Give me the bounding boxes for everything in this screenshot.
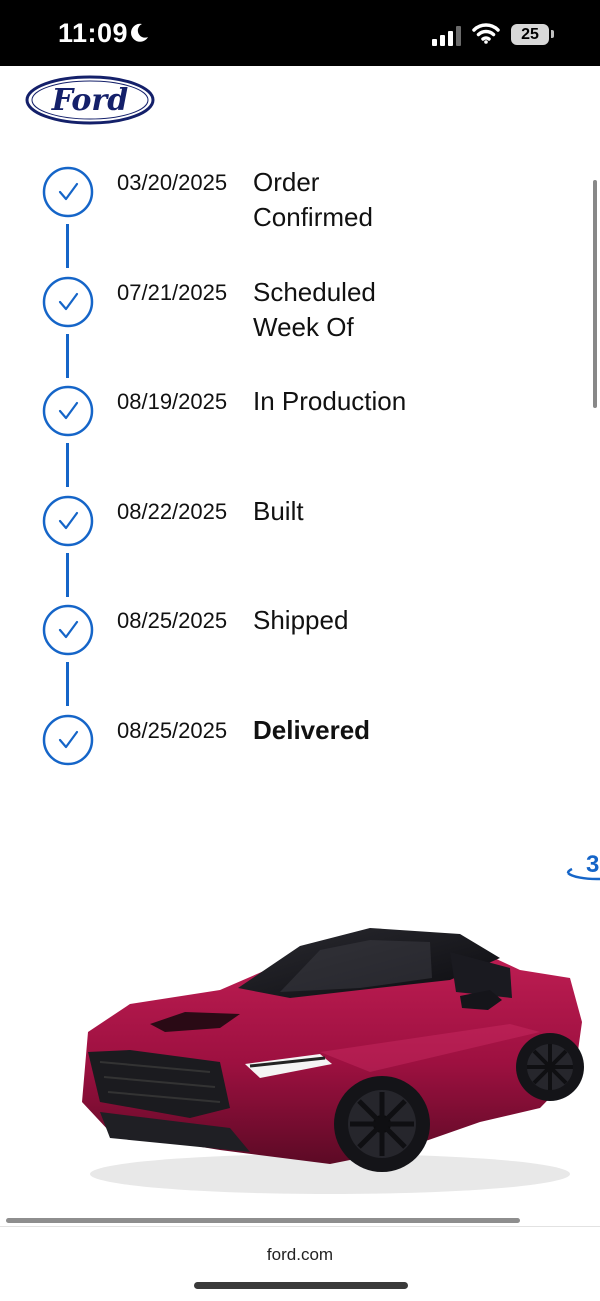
- 360-view-label: 3: [586, 851, 600, 878]
- timeline-connector: [66, 443, 69, 487]
- step-date: 08/25/2025: [117, 718, 228, 743]
- wifi-icon: [472, 23, 500, 44]
- status-bar: 11:09 25: [0, 0, 600, 66]
- status-time: 11:09: [58, 18, 129, 48]
- horizontal-scrollbar[interactable]: [6, 1218, 520, 1223]
- vertical-scrollbar[interactable]: [593, 180, 597, 408]
- timeline-connector: [66, 334, 69, 378]
- home-indicator[interactable]: [194, 1282, 408, 1289]
- moon-icon: [131, 23, 148, 42]
- vehicle-image: [82, 928, 584, 1194]
- step-label: In Production: [253, 386, 407, 416]
- 360-view-button[interactable]: 3: [566, 851, 600, 887]
- check-circle-icon: [42, 166, 94, 218]
- step-date: 07/21/2025: [117, 280, 228, 305]
- step-date: 08/19/2025: [117, 389, 228, 414]
- check-circle-icon: [42, 604, 94, 656]
- step-date: 08/22/2025: [117, 499, 228, 524]
- check-circle-icon: [42, 714, 94, 766]
- step-label: Built: [253, 496, 304, 526]
- step-label: Shipped: [253, 605, 349, 635]
- check-circle-icon: [42, 385, 94, 437]
- step-label: Scheduled Week Of: [253, 277, 376, 342]
- battery-tip: [551, 30, 554, 38]
- ford-logo-text: Ford: [51, 83, 128, 118]
- timeline-connector: [66, 224, 69, 268]
- browser-address-bar[interactable]: ford.com: [0, 1226, 600, 1301]
- step-date: 03/20/2025: [117, 170, 228, 195]
- ford-logo[interactable]: Ford: [24, 74, 156, 126]
- step-label: Delivered: [253, 715, 371, 745]
- timeline-connector: [66, 553, 69, 597]
- battery-indicator: 25: [511, 24, 549, 45]
- cellular-signal-icon: [432, 26, 461, 46]
- check-circle-icon: [42, 276, 94, 328]
- timeline-connector: [66, 662, 69, 706]
- step-date: 08/25/2025: [117, 608, 228, 633]
- check-circle-icon: [42, 495, 94, 547]
- url-text[interactable]: ford.com: [0, 1245, 600, 1265]
- step-label: Order Confirmed: [253, 167, 373, 232]
